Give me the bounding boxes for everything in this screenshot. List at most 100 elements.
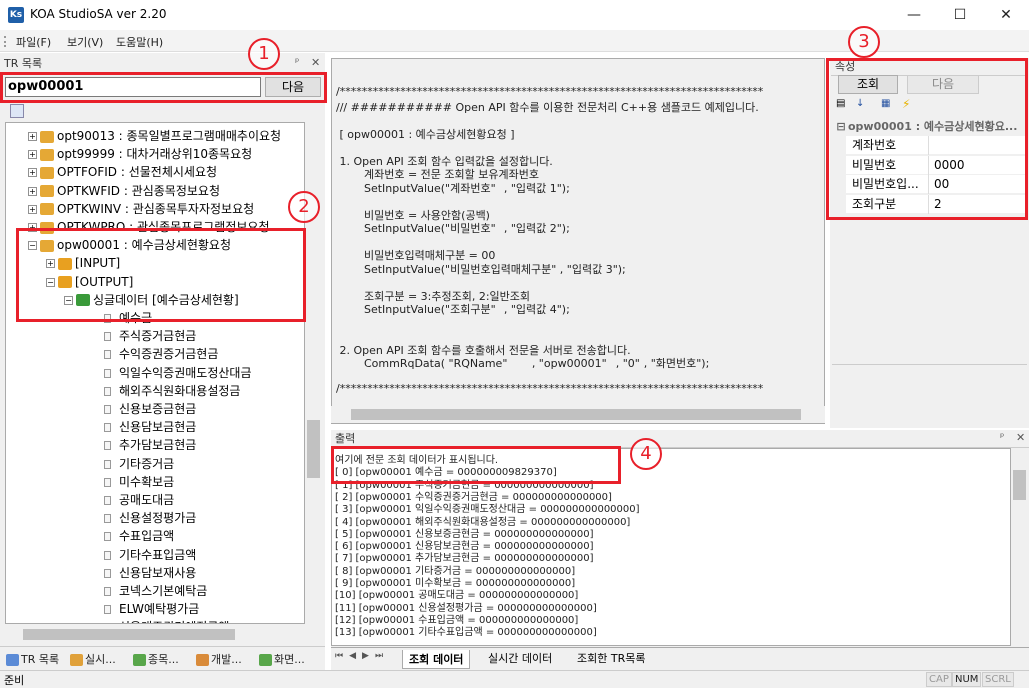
- tree-leaf-label: 미수확보금: [119, 474, 175, 489]
- field-icon: [104, 496, 111, 505]
- window-title: KOA StudioSA ver 2.20: [30, 7, 167, 21]
- output-scroll-thumb[interactable]: [1013, 470, 1026, 500]
- status-bar: 준비: [0, 670, 1029, 688]
- tree-leaf[interactable]: 기타수표입금액: [104, 546, 196, 564]
- field-icon: [104, 332, 111, 342]
- property-description: [832, 364, 1027, 424]
- annotation-marker-3: 3: [848, 26, 880, 58]
- output-close-icon[interactable]: ✕: [1016, 431, 1025, 444]
- tree-leaf-label: 기타증거금: [119, 456, 175, 471]
- field-icon: [104, 459, 111, 469]
- document-list-icon[interactable]: [10, 104, 24, 118]
- tree-leaf-label: 신용설정평가금: [119, 511, 197, 526]
- field-icon: [104, 605, 111, 615]
- tree-hscroll-thumb[interactable]: [23, 629, 235, 640]
- tree-leaf[interactable]: 미수확보금: [104, 473, 174, 491]
- tr-panel-title: TR 목록: [4, 57, 43, 70]
- tab-realtime-data[interactable]: 실시간 데이터: [488, 650, 552, 666]
- output-pin-icon[interactable]: ᵖ: [1000, 432, 1004, 443]
- tree-leaf[interactable]: 수익증권증거금현금: [104, 345, 218, 363]
- tree-leaf[interactable]: 코넥스기본예탁금: [104, 582, 207, 600]
- tr-node-icon: [40, 203, 54, 216]
- tree-leaf[interactable]: 주식증거금현금: [104, 327, 196, 345]
- tree-leaf[interactable]: 신용담보금현금: [104, 418, 196, 436]
- num-indicator: NUM: [952, 672, 982, 687]
- tree-hscrollbar[interactable]: [5, 626, 305, 643]
- tree-leaf[interactable]: 신용대주권리예정금액: [104, 618, 229, 624]
- code-line: /***************************************…: [336, 382, 764, 395]
- tree-leaf[interactable]: ELW예탁평가금: [104, 600, 199, 618]
- scroll-indicator: SCRL: [982, 672, 1014, 687]
- tree-leaf-label: 익일수익증권매도정산대금: [119, 365, 252, 380]
- close-icon[interactable]: ✕: [311, 56, 320, 69]
- expand-icon[interactable]: +: [28, 168, 37, 178]
- tree-leaf[interactable]: 공매도대금: [104, 491, 174, 509]
- tree-node[interactable]: + OPTFOFID : 선물전체시세요청: [28, 163, 217, 181]
- tree-leaf[interactable]: 추가담보금현금: [104, 436, 196, 454]
- tab-realtime[interactable]: 실시...: [70, 651, 116, 667]
- tree-leaf[interactable]: 신용설정평가금: [104, 509, 196, 527]
- field-icon: [104, 587, 111, 596]
- tree-leaf-label: ELW예탁평가금: [119, 602, 200, 617]
- code-line: SetInputValue("계좌번호" , "입력값 1");: [336, 181, 570, 195]
- field-icon: [104, 441, 111, 451]
- tab-tr-list[interactable]: TR 목록: [6, 651, 59, 667]
- output-scrollbar[interactable]: [1011, 448, 1028, 646]
- tree-leaf[interactable]: 해외주식원화대용설정금: [104, 382, 240, 400]
- tab-nav-arrows[interactable]: ⏮◀▶⏭: [335, 651, 389, 661]
- output-line: [13] [opw00001 기타수표입금액 = 000000000000000…: [335, 627, 597, 639]
- annotation-marker-4: 4: [630, 438, 662, 470]
- tree-leaf-label: 수표입금액: [119, 529, 175, 544]
- cart-icon: [259, 654, 272, 666]
- field-icon: [104, 568, 111, 578]
- code-hscrollbar[interactable]: [331, 406, 825, 423]
- doc-icon: [196, 654, 209, 666]
- expand-icon[interactable]: +: [28, 150, 37, 160]
- tree-leaf-label: 코넥스기본예탁금: [119, 584, 208, 598]
- code-line: SetInputValue("비밀번호" , "입력값 2");: [336, 222, 570, 235]
- tab-query-data[interactable]: 조회 데이터: [402, 650, 471, 669]
- annotation-box-2: [16, 228, 306, 322]
- expand-icon[interactable]: +: [28, 132, 37, 141]
- close-button[interactable]: ✕: [983, 0, 1029, 30]
- annotation-marker-1: 1: [248, 38, 280, 70]
- tree-leaf[interactable]: 수표입금액: [104, 527, 174, 545]
- caps-indicator: CAP: [926, 672, 952, 687]
- tab-queried-tr-list[interactable]: 조회한 TR목록: [577, 650, 645, 666]
- tree-node[interactable]: + opt99999 : 대차거래상위10종목요청: [28, 145, 252, 163]
- minimize-button[interactable]: —: [891, 0, 937, 30]
- tree-leaf-label: 수익증권증거금현금: [119, 347, 219, 362]
- tab-stocks[interactable]: 종목...: [133, 651, 179, 667]
- tree-leaf-label: 신용보증금현금: [119, 402, 197, 416]
- title-bar: Ks KOA StudioSA ver 2.20 — ☐ ✕: [0, 0, 1029, 30]
- expand-icon[interactable]: +: [28, 186, 37, 196]
- tree-leaf-label: 공매도대금: [119, 493, 175, 507]
- tree-node-label: OPTFOFID : 선물전체시세요청: [57, 165, 218, 180]
- code-line: /// ########### Open API 함수를 이용한 전문처리 C+…: [336, 100, 759, 114]
- tr-node-icon: [40, 185, 54, 198]
- field-icon: [104, 623, 111, 624]
- tree-leaf[interactable]: 기타증거금: [104, 455, 174, 473]
- pin-icon[interactable]: ᵖ: [295, 57, 299, 68]
- menu-help[interactable]: 도움말(H): [116, 34, 163, 50]
- menu-file[interactable]: 파일(F): [16, 34, 51, 50]
- field-icon: [104, 386, 111, 396]
- code-hscroll-thumb[interactable]: [351, 409, 801, 420]
- tab-dev[interactable]: 개발...: [196, 651, 242, 667]
- tree-leaf[interactable]: 신용담보재사용: [104, 564, 196, 582]
- menu-view[interactable]: 보기(V): [67, 34, 103, 50]
- field-icon: [104, 514, 111, 524]
- tree-scroll-thumb[interactable]: [307, 420, 320, 478]
- annotation-box-1: [0, 72, 327, 103]
- tree-node[interactable]: + OPTKWINV : 관심종목투자자정보요청: [28, 200, 254, 218]
- tree-leaf[interactable]: 신용보증금현금: [104, 400, 196, 418]
- expand-icon[interactable]: +: [28, 204, 37, 214]
- code-line: /***************************************…: [336, 85, 764, 98]
- tab-screen[interactable]: 화면...: [259, 651, 305, 667]
- code-view[interactable]: /***************************************…: [331, 58, 825, 424]
- maximize-button[interactable]: ☐: [937, 0, 983, 30]
- tree-node[interactable]: + OPTKWFID : 관심종목정보요청: [28, 182, 220, 200]
- status-text: 준비: [4, 674, 25, 687]
- tree-node[interactable]: + opt90013 : 종목일별프로그램매매추이요청: [28, 127, 281, 145]
- tree-leaf[interactable]: 익일수익증권매도정산대금: [104, 364, 251, 382]
